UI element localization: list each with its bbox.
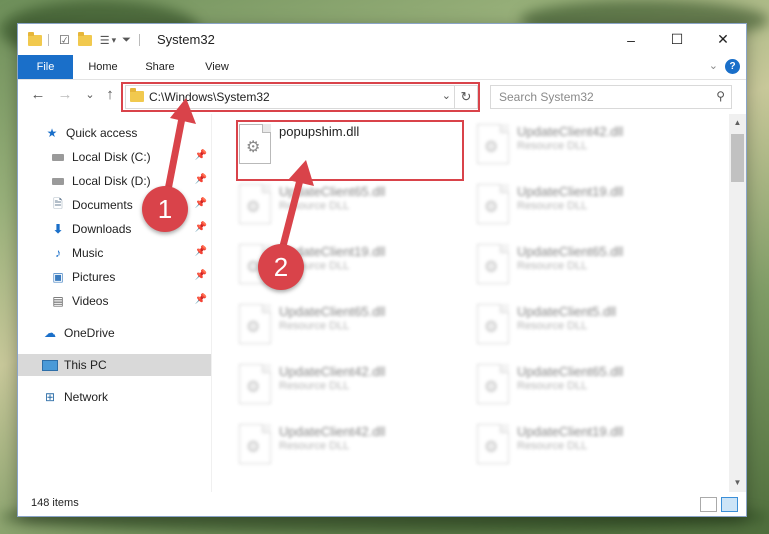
scrollbar-thumb[interactable] [731, 134, 744, 182]
gear-icon: ⚙ [246, 379, 261, 396]
pictures-icon: ▣ [52, 270, 64, 284]
dll-file-icon: ⚙ [477, 304, 509, 344]
sidebar-item-local-disk-d[interactable]: Local Disk (D:) 📌 [18, 170, 211, 192]
dll-file-icon: ⚙ [477, 124, 509, 164]
download-icon: ⬇ [52, 222, 64, 236]
ribbon-tabs: File Home Share View ⌄ ? [18, 55, 746, 80]
large-icons-view-icon[interactable] [721, 497, 738, 512]
title-bar: ☑ ☰ ▾ ⏷ System32 – ☐ ✕ [18, 24, 746, 55]
dll-file-icon: ⚙ [477, 184, 509, 224]
gear-icon: ⚙ [246, 439, 261, 456]
step-1-badge: 1 [142, 186, 188, 232]
list-item[interactable]: ⚙ UpdateClient5.dll Resource DLL [473, 298, 703, 354]
sidebar-item-local-disk-c[interactable]: Local Disk (C:) 📌 [18, 146, 211, 168]
dll-file-icon: ⚙ [477, 424, 509, 464]
gear-icon: ⚙ [484, 319, 499, 336]
search-placeholder: Search System32 [499, 90, 594, 104]
explorer-window: ☑ ☰ ▾ ⏷ System32 – ☐ ✕ File Home Share V… [18, 24, 746, 516]
minimize-button[interactable]: – [608, 24, 654, 55]
folder-icon [28, 31, 42, 46]
network-icon: ⊞ [44, 390, 56, 404]
music-icon: ♪ [55, 246, 61, 260]
list-item[interactable]: ⚙ UpdateClient65.dll Resource DLL [235, 298, 465, 354]
up-arrow-icon[interactable]: ↑ [100, 86, 120, 103]
list-item[interactable]: ⚙ UpdateClient65.dll Resource DLL [235, 178, 465, 234]
details-view-icon[interactable] [700, 497, 717, 512]
item-count: 148 items [31, 497, 79, 509]
properties-icon[interactable]: ☑ [59, 33, 70, 47]
close-button[interactable]: ✕ [700, 24, 746, 55]
list-item[interactable]: ⚙ UpdateClient42.dll Resource DLL [235, 358, 465, 414]
videos-icon: ▤ [52, 294, 64, 308]
list-item[interactable]: ⚙ UpdateClient19.dll Resource DLL [473, 178, 703, 234]
dll-file-icon: ⚙ [239, 424, 271, 464]
chevron-down-icon[interactable]: ▾ [112, 35, 117, 46]
pin-icon[interactable]: 📌 [195, 246, 207, 257]
separator [138, 34, 140, 46]
scroll-up-icon[interactable]: ▲ [729, 118, 746, 127]
dll-file-icon: ⚙ [477, 364, 509, 404]
help-icon[interactable]: ? [725, 59, 740, 74]
new-folder-icon[interactable] [77, 31, 92, 46]
computer-icon [42, 358, 58, 372]
dll-file-icon: ⚙ [477, 244, 509, 284]
drive-icon [50, 174, 66, 188]
customize-icon[interactable]: ☰ [100, 34, 110, 47]
recent-locations-icon[interactable]: ⌄ [80, 88, 100, 101]
search-icon[interactable]: ⚲ [716, 89, 725, 103]
pin-icon[interactable]: 📌 [195, 270, 207, 281]
window-title: System32 [157, 32, 215, 47]
expand-ribbon-icon[interactable]: ⌄ [709, 59, 718, 72]
list-item[interactable]: ⚙ UpdateClient42.dll Resource DLL [473, 118, 703, 174]
sidebar-item-network[interactable]: ⊞ Network [18, 386, 211, 408]
sidebar-item-music[interactable]: ♪ Music 📌 [18, 242, 211, 264]
cloud-icon: ☁ [44, 326, 56, 340]
step-2-badge: 2 [258, 244, 304, 290]
gear-icon: ⚙ [484, 379, 499, 396]
tab-file[interactable]: File [18, 55, 73, 79]
sidebar-item-videos[interactable]: ▤ Videos 📌 [18, 290, 211, 312]
back-arrow-icon[interactable]: ← [28, 86, 48, 103]
status-bar: 148 items [18, 492, 746, 516]
list-item[interactable]: ⚙ UpdateClient65.dll Resource DLL [473, 358, 703, 414]
vertical-scrollbar[interactable]: ▲ ▼ [729, 114, 746, 492]
navigation-pane: ★ Quick access Local Disk (C:) 📌 Local D… [18, 114, 212, 492]
list-item[interactable]: ⚙ UpdateClient65.dll Resource DLL [473, 238, 703, 294]
list-item[interactable]: ⚙ UpdateClient19.dll Resource DLL [473, 418, 703, 474]
sidebar-item-pictures[interactable]: ▣ Pictures 📌 [18, 266, 211, 288]
list-item[interactable]: ⚙ UpdateClient42.dll Resource DLL [235, 418, 465, 474]
pin-icon[interactable]: 📌 [195, 174, 207, 185]
separator [48, 34, 57, 46]
star-icon: ★ [46, 126, 58, 140]
gear-icon: ⚙ [484, 139, 499, 156]
documents-icon: 🗎 [53, 196, 63, 211]
dll-file-icon: ⚙ [239, 304, 271, 344]
gear-icon: ⚙ [484, 199, 499, 216]
gear-icon: ⚙ [246, 199, 261, 216]
gear-icon: ⚙ [484, 259, 499, 276]
file-highlight-box [236, 120, 464, 181]
drive-icon [50, 150, 66, 164]
pin-icon[interactable]: 📌 [195, 198, 207, 209]
tab-home[interactable]: Home [80, 55, 126, 79]
quick-access-toolbar: ☑ ☰ ▾ ⏷ [28, 31, 140, 48]
tab-share[interactable]: Share [136, 55, 184, 79]
maximize-button[interactable]: ☐ [654, 24, 700, 55]
gear-icon: ⚙ [484, 439, 499, 456]
scroll-down-icon[interactable]: ▼ [729, 478, 746, 487]
forward-arrow-icon[interactable]: → [55, 86, 75, 103]
pin-icon[interactable]: 📌 [195, 150, 207, 161]
sidebar-item-onedrive[interactable]: ☁ OneDrive [18, 322, 211, 344]
address-highlight-box [121, 82, 480, 112]
dll-file-icon: ⚙ [239, 364, 271, 404]
sidebar-item-quick-access[interactable]: ★ Quick access [18, 122, 211, 144]
gear-icon: ⚙ [246, 319, 261, 336]
dropdown-icon[interactable]: ⏷ [122, 34, 131, 47]
sidebar-item-this-pc[interactable]: This PC [18, 354, 211, 376]
tab-view[interactable]: View [194, 55, 240, 79]
dll-file-icon: ⚙ [239, 184, 271, 224]
pin-icon[interactable]: 📌 [195, 222, 207, 233]
search-input[interactable]: Search System32 ⚲ [490, 85, 732, 109]
pin-icon[interactable]: 📌 [195, 294, 207, 305]
